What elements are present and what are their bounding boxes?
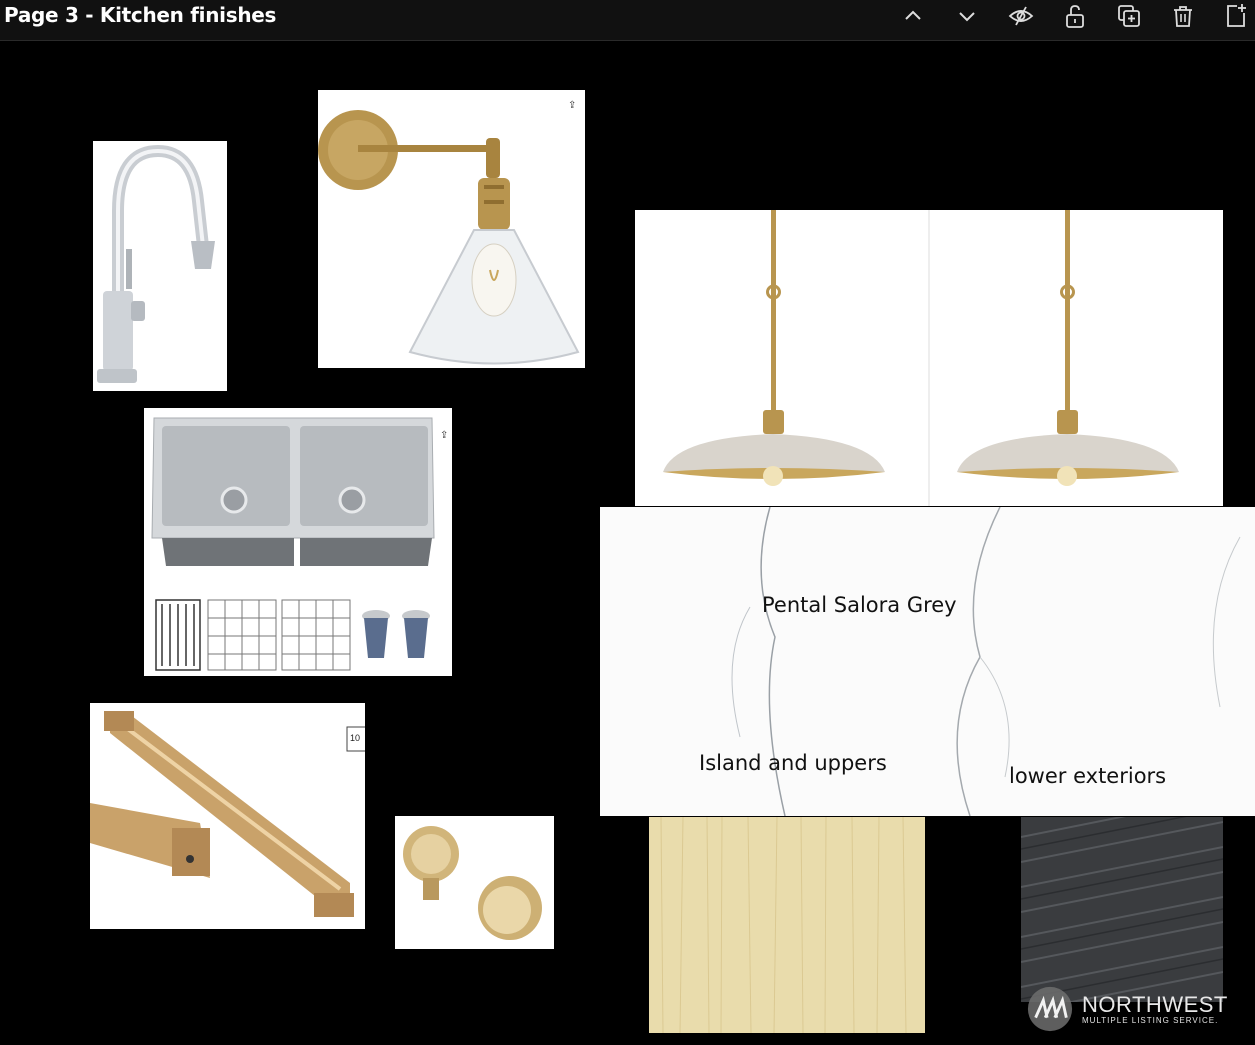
move-down-button[interactable] xyxy=(953,2,981,30)
nwmls-logo-icon xyxy=(1027,986,1073,1032)
chevron-down-icon xyxy=(959,12,975,22)
countertop-name: Pental Salora Grey xyxy=(762,593,957,617)
chevron-up-icon xyxy=(905,10,921,20)
nwmls-watermark: NORTHWEST MULTIPLE LISTING SERVICE. xyxy=(1026,985,1228,1033)
watermark-subtitle: MULTIPLE LISTING SERVICE. xyxy=(1082,1015,1219,1025)
lock-button[interactable] xyxy=(1061,2,1089,30)
kitchen-sink-image[interactable]: ⇪ xyxy=(144,408,452,676)
cabinet-pulls-image[interactable]: 10 xyxy=(90,703,365,929)
watermark-name: NORTHWEST xyxy=(1082,991,1228,1017)
countertop-sample[interactable]: Pental Salora Grey Island and uppers low… xyxy=(600,507,1255,816)
page-header: Page 3 - Kitchen finishes xyxy=(0,0,1255,41)
add-page-button[interactable] xyxy=(1222,2,1250,30)
light-wood-sample[interactable] xyxy=(649,817,925,1033)
page-title: Page 3 - Kitchen finishes xyxy=(4,3,277,27)
trash-icon xyxy=(1174,6,1192,27)
lower-exteriors-label: lower exteriors xyxy=(1009,764,1167,788)
eye-off-icon xyxy=(1008,6,1034,26)
cabinet-knobs-image[interactable] xyxy=(395,816,554,949)
svg-text:⇪: ⇪ xyxy=(440,430,448,441)
add-page-icon xyxy=(1227,4,1246,27)
svg-text:10: 10 xyxy=(350,733,360,743)
lock-open-icon xyxy=(1066,5,1084,28)
dark-wood-sample[interactable] xyxy=(1021,817,1223,1002)
duplicate-icon xyxy=(1118,5,1140,27)
delete-button[interactable] xyxy=(1169,2,1197,30)
island-uppers-label: Island and uppers xyxy=(699,751,887,775)
pendant-lights-image[interactable] xyxy=(635,210,1223,506)
faucet-image[interactable] xyxy=(93,141,227,391)
move-up-button[interactable] xyxy=(899,2,927,30)
duplicate-button[interactable] xyxy=(1115,2,1143,30)
design-canvas[interactable]: ⇪ ⇪ 10 Pental Salora Grey Island and upp… xyxy=(0,41,1255,1045)
svg-text:⇪: ⇪ xyxy=(568,100,576,111)
wall-sconce-image[interactable]: ⇪ xyxy=(318,90,585,368)
hide-button[interactable] xyxy=(1007,2,1035,30)
